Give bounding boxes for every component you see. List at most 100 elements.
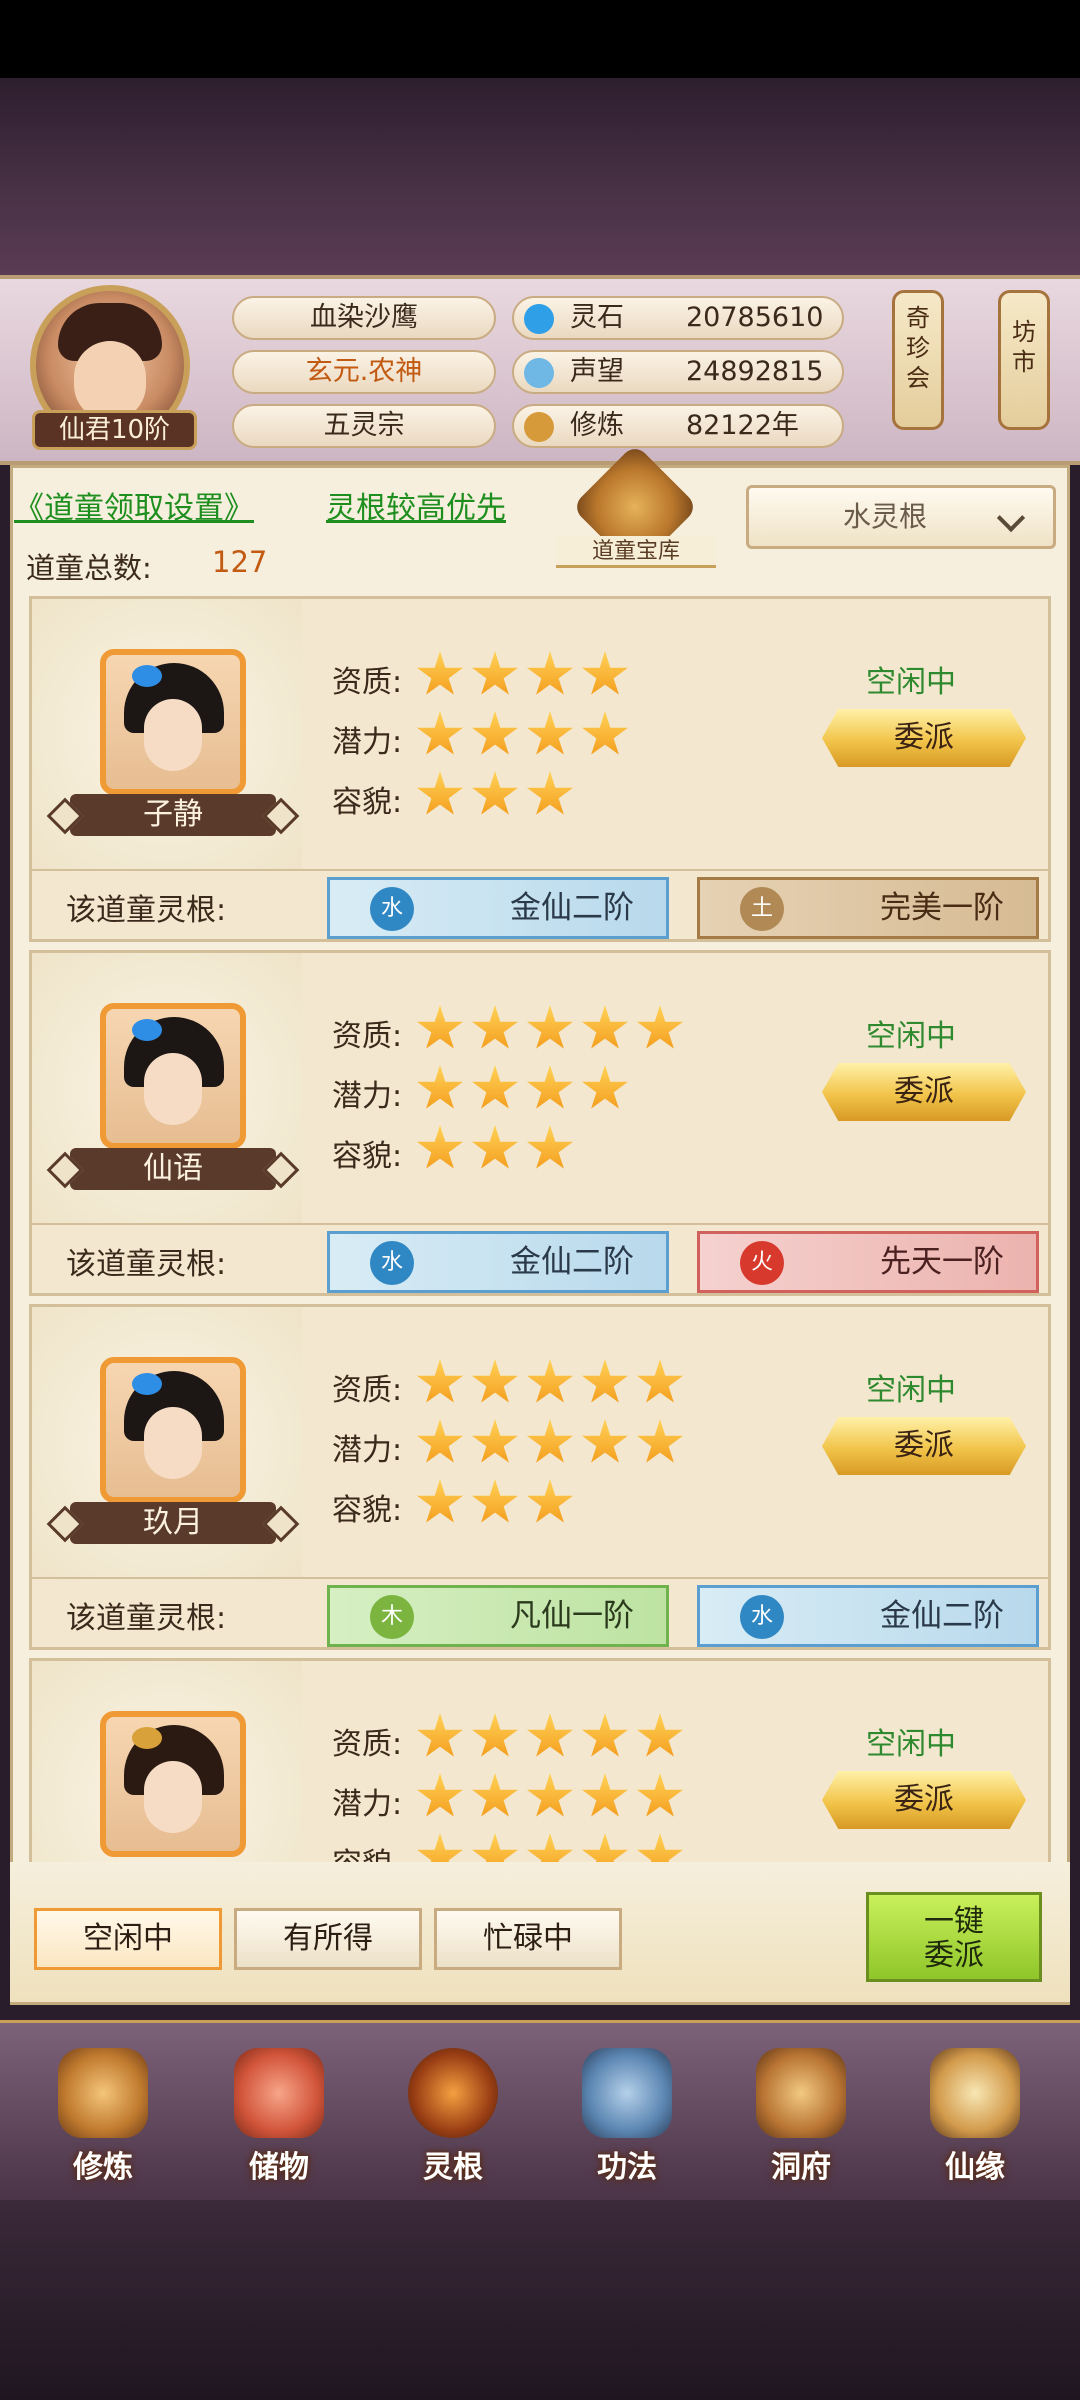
aptitude-stars: [416, 1359, 691, 1409]
star-icon: [471, 1773, 519, 1817]
background-top: [0, 78, 1080, 278]
resource-cultivation: 修炼 82122年: [512, 404, 844, 448]
background-bottom: [0, 2200, 1080, 2400]
star-icon: [526, 1005, 574, 1049]
status-text: 空闲中: [866, 1727, 956, 1762]
star-icon: [471, 771, 519, 815]
disciple-portrait[interactable]: [100, 1357, 246, 1503]
nav-storage[interactable]: 储物: [214, 2048, 344, 2198]
star-icon: [526, 1479, 574, 1523]
player-name: 血染沙鹰: [232, 296, 496, 340]
potential-stars: [416, 1419, 691, 1469]
star-icon: [581, 1359, 629, 1403]
nav-technique[interactable]: 功法: [562, 2048, 692, 2198]
disciple-name: 仙语: [70, 1148, 276, 1190]
status-text: 空闲中: [866, 1373, 956, 1408]
cave-icon: [756, 2048, 846, 2138]
resource-reputation: 声望 24892815: [512, 350, 844, 394]
reputation-icon: [524, 358, 554, 388]
treasury-label[interactable]: 道童宝库: [556, 536, 716, 568]
filter-idle-tab[interactable]: 空闲中: [34, 1908, 222, 1970]
star-icon: [526, 651, 574, 695]
disciple-portrait[interactable]: [100, 1711, 246, 1857]
assign-button[interactable]: 委派: [822, 1063, 1026, 1121]
spirit-root-label: 该道童灵根:: [66, 1247, 227, 1282]
spirit-root-water: 水 金仙二阶: [697, 1585, 1039, 1647]
nav-spirit-root[interactable]: 灵根: [388, 2048, 518, 2198]
cultivation-icon: [524, 412, 554, 442]
star-icon: [581, 1065, 629, 1109]
market-button[interactable]: 坊 市: [998, 290, 1050, 430]
nav-cave[interactable]: 洞府: [736, 2048, 866, 2198]
star-icon: [581, 711, 629, 755]
star-icon: [636, 1773, 684, 1817]
assign-button[interactable]: 委派: [822, 1771, 1026, 1829]
disciple-list[interactable]: 子静 资质: 潜力: 容貌: 空闲中 委派 该道童灵根: 水 金仙二阶 土 完美…: [25, 592, 1055, 1864]
aptitude-stars: [416, 1005, 691, 1055]
star-icon: [416, 1773, 464, 1817]
chevron-down-icon: [996, 503, 1026, 533]
star-icon: [526, 1125, 574, 1169]
star-icon: [416, 1479, 464, 1523]
spirit-root-water: 水 金仙二阶: [327, 877, 669, 939]
status-text: 空闲中: [866, 1019, 956, 1054]
star-icon: [581, 1005, 629, 1049]
star-icon: [471, 1479, 519, 1523]
wood-element-icon: 木: [370, 1595, 414, 1639]
water-element-icon: 水: [370, 1241, 414, 1285]
filter-busy-tab[interactable]: 忙碌中: [434, 1908, 622, 1970]
star-icon: [471, 1713, 519, 1757]
star-icon: [581, 651, 629, 695]
nav-cultivate[interactable]: 修炼: [38, 2048, 168, 2198]
star-icon: [526, 1359, 574, 1403]
appearance-stars: [416, 1125, 581, 1175]
filter-gained-tab[interactable]: 有所得: [234, 1908, 422, 1970]
star-icon: [416, 711, 464, 755]
star-icon: [471, 651, 519, 695]
star-icon: [416, 1065, 464, 1109]
disciple-portrait[interactable]: [100, 649, 246, 795]
disciple-name: 子静: [70, 794, 276, 836]
star-icon: [526, 771, 574, 815]
claim-settings-link[interactable]: 《道童领取设置》: [14, 483, 254, 527]
assign-button[interactable]: 委派: [822, 1417, 1026, 1475]
appearance-label: 容貌:: [332, 785, 403, 820]
disciple-card: 玖月 资质: 潜力: 容貌: 空闲中 委派 该道童灵根: 木 凡仙一阶 水 金仙…: [29, 1304, 1051, 1650]
spirit-root-row: 该道童灵根: 水 金仙二阶 土 完美一阶: [32, 869, 1048, 939]
priority-link[interactable]: 灵根较高优先: [326, 483, 506, 527]
aptitude-label: 资质:: [332, 1727, 403, 1762]
spirit-root-wood: 木 凡仙一阶: [327, 1585, 669, 1647]
disciple-portrait[interactable]: [100, 1003, 246, 1149]
star-icon: [416, 1833, 464, 1864]
one-key-assign-button[interactable]: 一键 委派: [866, 1892, 1042, 1982]
storage-icon: [234, 2048, 324, 2138]
appearance-stars: [416, 1479, 581, 1529]
star-icon: [471, 1005, 519, 1049]
star-icon: [581, 1419, 629, 1463]
disciple-name: 玖月: [70, 1502, 276, 1544]
spirit-root-label: 该道童灵根:: [66, 1601, 227, 1636]
total-count: 127: [212, 545, 268, 579]
player-avatar[interactable]: 仙君10阶: [22, 285, 197, 460]
star-icon: [416, 771, 464, 815]
cultivate-icon: [58, 2048, 148, 2138]
potential-stars: [416, 1065, 636, 1115]
appearance-label: 容貌: [332, 1839, 392, 1864]
potential-label: 潜力:: [332, 1433, 403, 1468]
disciple-card: 资质: 潜力: 容貌 空闲中 委派: [29, 1658, 1051, 1864]
assign-button[interactable]: 委派: [822, 709, 1026, 767]
nav-fate[interactable]: 仙缘: [910, 2048, 1040, 2198]
star-icon: [581, 1833, 629, 1864]
star-icon: [471, 1065, 519, 1109]
status-text: 空闲中: [866, 665, 956, 700]
potential-stars: [416, 711, 636, 761]
star-icon: [636, 1005, 684, 1049]
player-sect: 五灵宗: [232, 404, 496, 448]
star-icon: [581, 1713, 629, 1757]
star-icon: [416, 1713, 464, 1757]
aptitude-stars: [416, 1713, 691, 1763]
root-filter-select[interactable]: 水灵根: [746, 485, 1056, 549]
player-rank: 仙君10阶: [32, 410, 197, 450]
spirit-stone-icon: [524, 304, 554, 334]
treasure-fair-button[interactable]: 奇 珍 会: [892, 290, 944, 430]
